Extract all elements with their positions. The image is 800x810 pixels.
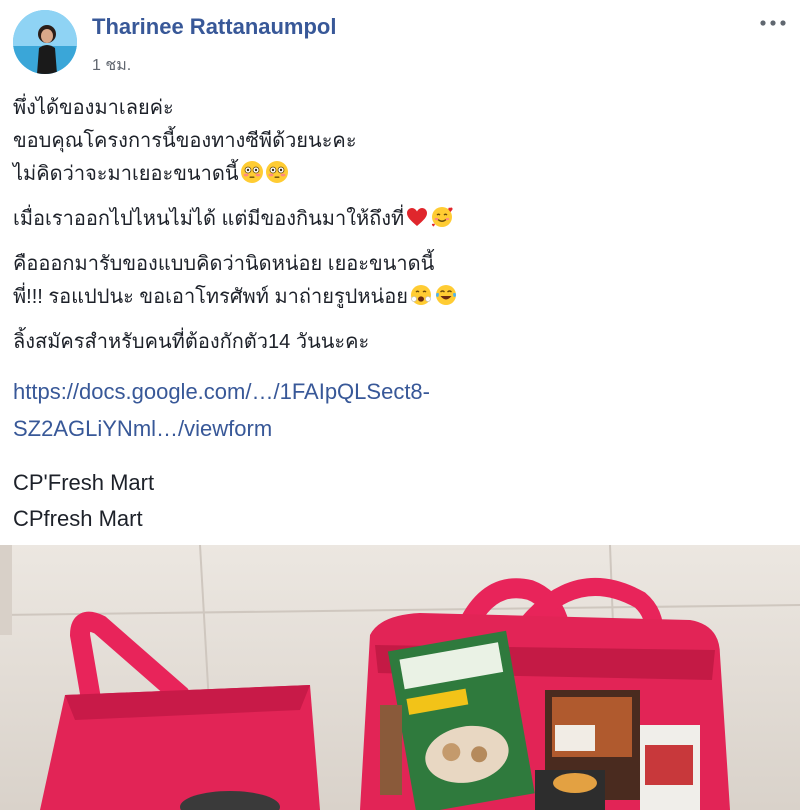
flushed-face-emoji [240,160,264,195]
store-name: CP'Fresh Mart [13,470,155,495]
store-names: CP'Fresh Mart CPfresh Mart [13,465,783,537]
red-heart-emoji [405,205,429,240]
post-line-with-emoji: เมื่อเราออกไปไหนไม่ได้ แต่มีของกินมาให้ถ… [13,203,783,240]
link-line[interactable]: https://docs.google.com/…/1FAIpQLSect8- [13,373,783,410]
more-options-button[interactable] [758,12,788,34]
smiling-face-with-hearts-emoji [430,205,454,240]
post-line: คือออกมารับของแบบคิดว่านิดหน่อย เยอะขนาด… [13,253,435,275]
link-line[interactable]: SZ2AGLiYNml…/viewform [13,410,783,447]
post-paragraph: คือออกมารับของแบบคิดว่านิดหน่อย เยอะขนาด… [13,248,783,318]
post-paragraph: ลิ้งสมัครสำหรับคนที่ต้องกักตัว14 วันนะคะ [13,326,783,359]
registration-link[interactable]: https://docs.google.com/…/1FAIpQLSect8- … [13,373,783,447]
post-line: พึ่งได้ของมาเลยค่ะ [13,97,174,119]
avatar[interactable] [13,10,77,74]
tears-of-joy-emoji [434,283,458,318]
post-line: ขอบคุณโครงการนี้ของทางซีพีด้วยนะคะ [13,130,357,152]
post-line-text: เมื่อเราออกไปไหนไม่ได้ แต่มีของกินมาให้ถ… [13,208,405,230]
post-paragraph: เมื่อเราออกไปไหนไม่ได้ แต่มีของกินมาให้ถ… [13,203,783,240]
store-name: CPfresh Mart [13,506,143,531]
post-timestamp[interactable]: 1 ชม. [92,53,131,78]
post-line-text: พี่!!! รอแปปนะ ขอเอาโทรศัพท์ มาถ่ายรูปหน… [13,286,408,308]
post-line-text: ไม่คิดว่าจะมาเยอะขนาดนี้ [13,163,239,185]
post-paragraph: พึ่งได้ของมาเลยค่ะ ขอบคุณโครงการนี้ของทา… [13,92,783,195]
flushed-face-emoji [265,160,289,195]
post-line-with-emoji: พี่!!! รอแปปนะ ขอเอาโทรศัพท์ มาถ่ายรูปหน… [13,281,783,318]
post-header: Tharinee Rattanaumpol 1 ชม. [0,0,800,90]
face-with-open-mouth-emoji [409,283,433,318]
post-line: ลิ้งสมัครสำหรับคนที่ต้องกักตัว14 วันนะคะ [13,331,370,353]
more-horizontal-icon [760,20,786,26]
post-line-with-emoji: ไม่คิดว่าจะมาเยอะขนาดนี้ [13,158,783,195]
post-photo[interactable] [0,545,800,810]
post-body: พึ่งได้ของมาเลยค่ะ ขอบคุณโครงการนี้ของทา… [13,92,783,537]
author-name[interactable]: Tharinee Rattanaumpol [92,14,336,40]
